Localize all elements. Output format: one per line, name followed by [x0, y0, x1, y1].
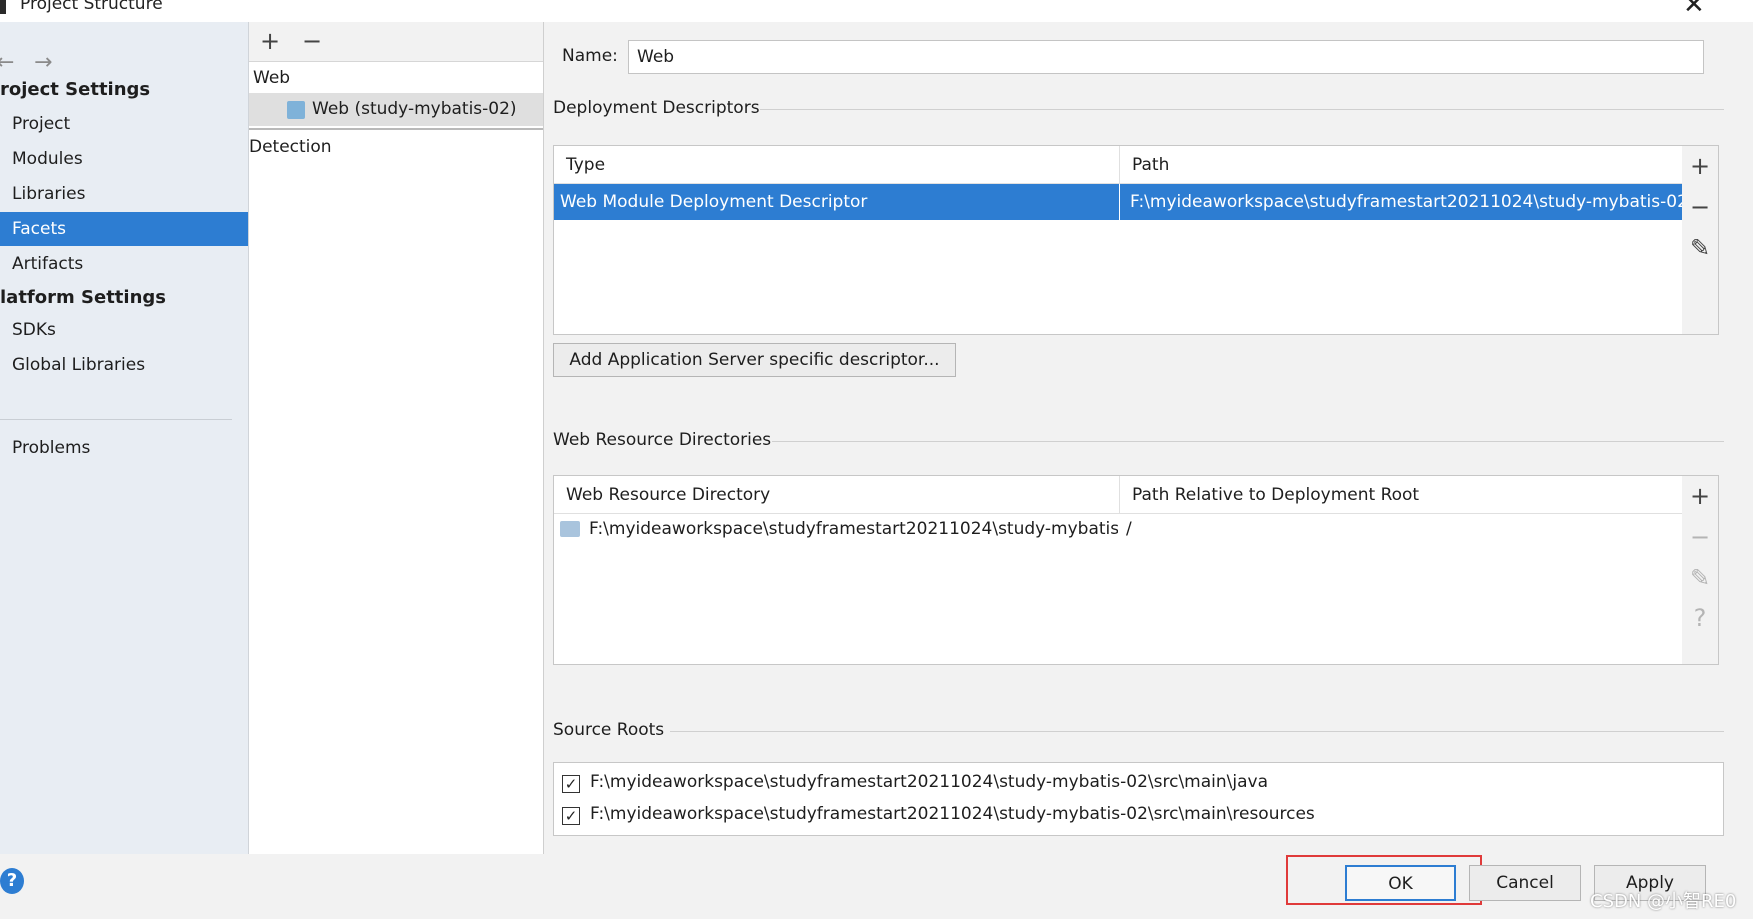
add-facet-button[interactable]: +	[260, 24, 280, 58]
facet-item-web[interactable]: Web (study-mybatis-02)	[249, 93, 543, 126]
source-root-item[interactable]: ✓ F:\myideaworkspace\studyframestart2021…	[554, 769, 1723, 799]
window-title: Project Structure	[20, 0, 163, 14]
help-icon[interactable]: ?	[1682, 604, 1718, 632]
source-roots-list: ✓ F:\myideaworkspace\studyframestart2021…	[553, 762, 1724, 836]
sidebar-item-facets[interactable]: Facets	[0, 212, 248, 246]
platform-settings-header: latform Settings	[0, 287, 166, 308]
deployment-descriptors-table: Type Path Web Module Deployment Descript…	[553, 145, 1719, 335]
source-root-path: F:\myideaworkspace\studyframestart202110…	[590, 772, 1268, 792]
source-root-item[interactable]: ✓ F:\myideaworkspace\studyframestart2021…	[554, 801, 1723, 831]
cancel-button[interactable]: Cancel	[1469, 865, 1581, 901]
ok-button[interactable]: OK	[1345, 865, 1456, 901]
facets-separator	[249, 128, 543, 130]
table-row[interactable]: Web Module Deployment Descriptor F:\myid…	[554, 184, 1682, 220]
detection-item[interactable]: Detection	[249, 132, 332, 162]
sidebar-divider	[0, 419, 232, 420]
close-icon[interactable]: ✕	[1683, 0, 1705, 18]
facet-details: Name: Web Deployment Descriptors Type Pa…	[544, 22, 1724, 854]
edit-descriptor-icon[interactable]: ✎	[1682, 234, 1718, 262]
column-header-path[interactable]: Path	[1120, 146, 1682, 184]
web-resource-directories-title: Web Resource Directories	[553, 430, 772, 450]
column-header-relative-path[interactable]: Path Relative to Deployment Root	[1120, 476, 1682, 514]
descriptor-type-cell: Web Module Deployment Descriptor	[554, 184, 1120, 220]
facets-panel: + − Web Web (study-mybatis-02) Detection	[249, 22, 544, 854]
remove-facet-button[interactable]: −	[302, 24, 322, 58]
sidebar-item-global-libraries[interactable]: Global Libraries	[0, 348, 248, 382]
facet-item-label: Web (study-mybatis-02)	[312, 99, 517, 119]
facet-group-web[interactable]: Web	[249, 63, 543, 93]
sidebar-item-project[interactable]: Project	[0, 107, 248, 141]
forward-arrow-icon[interactable]: →	[34, 50, 52, 75]
column-header-type[interactable]: Type	[554, 146, 1120, 184]
web-resource-tools: + − ✎ ?	[1682, 476, 1718, 664]
deployment-descriptors-title: Deployment Descriptors	[553, 98, 760, 118]
sidebar: ← → roject Settings Project Modules Libr…	[0, 22, 249, 854]
column-header-web-resource-directory[interactable]: Web Resource Directory	[554, 476, 1120, 514]
sidebar-item-sdks[interactable]: SDKs	[0, 313, 248, 347]
sidebar-item-modules[interactable]: Modules	[0, 142, 248, 176]
app-icon	[0, 0, 6, 14]
add-server-descriptor-button[interactable]: Add Application Server specific descript…	[553, 343, 956, 377]
relative-path-cell: /	[1126, 519, 1132, 539]
add-web-resource-icon[interactable]: +	[1682, 482, 1718, 510]
section-divider	[760, 109, 1724, 110]
remove-web-resource-icon[interactable]: −	[1682, 523, 1718, 551]
web-facet-icon	[287, 101, 305, 119]
sidebar-item-problems[interactable]: Problems	[0, 431, 248, 465]
sidebar-item-artifacts[interactable]: Artifacts	[0, 247, 248, 281]
deployment-tools: + − ✎	[1682, 146, 1718, 334]
watermark: CSDN @小智RE0	[1590, 891, 1737, 912]
web-resource-directory-cell: F:\myideaworkspace\studyframestart202110…	[589, 519, 1118, 539]
back-arrow-icon[interactable]: ←	[0, 50, 14, 75]
name-field[interactable]: Web	[628, 40, 1704, 74]
source-root-checkbox[interactable]: ✓	[562, 807, 580, 825]
section-divider	[670, 731, 1724, 732]
source-roots-title: Source Roots	[553, 720, 665, 740]
name-label: Name:	[562, 46, 618, 66]
source-root-path: F:\myideaworkspace\studyframestart202110…	[590, 804, 1315, 824]
edit-web-resource-icon[interactable]: ✎	[1682, 564, 1718, 592]
sidebar-item-libraries[interactable]: Libraries	[0, 177, 248, 211]
source-root-checkbox[interactable]: ✓	[562, 775, 580, 793]
web-resource-table: Web Resource Directory Path Relative to …	[553, 475, 1719, 665]
section-divider	[772, 441, 1724, 442]
table-row[interactable]: F:\myideaworkspace\studyframestart202110…	[554, 514, 1682, 544]
title-bar: Project Structure ✕	[0, 0, 1753, 22]
help-button[interactable]: ?	[0, 868, 24, 894]
remove-descriptor-icon[interactable]: −	[1682, 193, 1718, 221]
facets-toolbar: + −	[249, 22, 543, 62]
descriptor-path-cell: F:\myideaworkspace\studyframestart202110…	[1130, 192, 1682, 212]
add-descriptor-icon[interactable]: +	[1682, 152, 1718, 180]
project-settings-header: roject Settings	[0, 79, 151, 100]
folder-icon	[560, 521, 580, 537]
